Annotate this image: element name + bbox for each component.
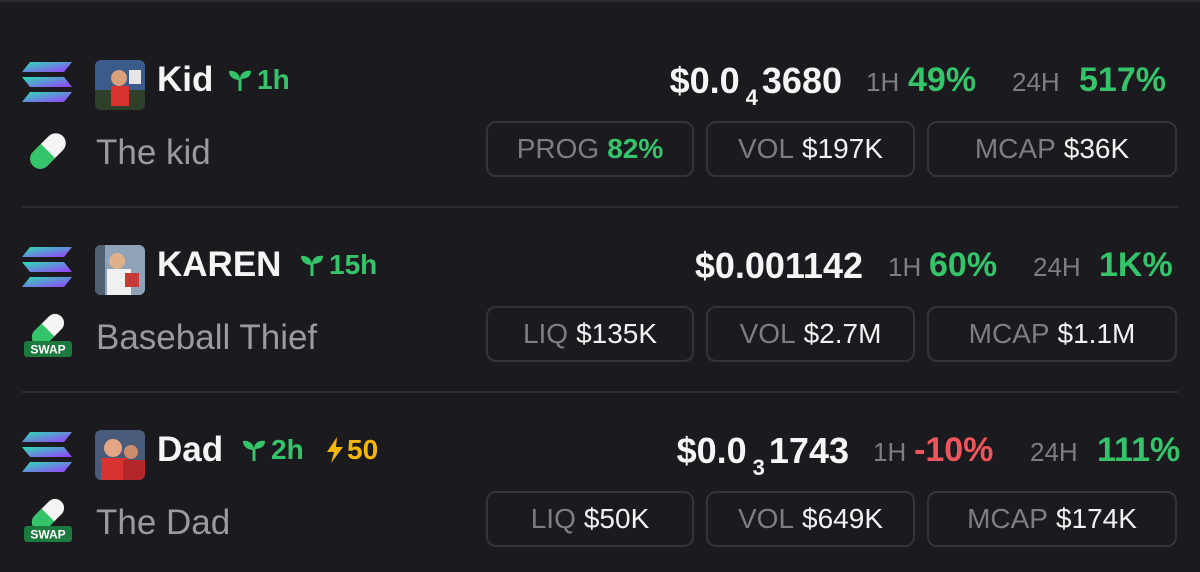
sprout-icon xyxy=(229,70,251,91)
stat-vol: VOL $2.7M xyxy=(706,306,915,362)
pill-icon xyxy=(30,133,66,169)
change-1h-label: 1H xyxy=(888,252,922,282)
solana-icon xyxy=(22,247,72,287)
sprout-icon xyxy=(301,255,323,276)
swap-icon: SWAP xyxy=(24,498,72,542)
change-1h-label: 1H xyxy=(866,67,900,97)
age-value: 1h xyxy=(257,64,290,95)
stat-liq: LIQ $135K xyxy=(486,306,694,362)
change-24h-value: 111% xyxy=(1097,431,1181,469)
swap-icon: SWAP xyxy=(24,313,72,357)
stat-mcap: MCAP $36K xyxy=(927,121,1177,177)
token-age: 2h xyxy=(241,430,304,470)
token-price: $0.001142 xyxy=(694,245,863,286)
change-1h-value: 60% xyxy=(929,246,998,284)
token-age: 1h xyxy=(227,60,290,100)
token-avatar xyxy=(95,60,145,110)
change-24h-label: 24H xyxy=(1033,252,1081,282)
change-24h-label: 24H xyxy=(1012,67,1060,97)
price-zero-count: 4 xyxy=(745,85,758,110)
stat-liq: LIQ $50K xyxy=(486,491,694,547)
change-24h-label: 24H xyxy=(1030,437,1078,467)
token-row-kid[interactable]: Kid 1h $0.0 4 3680 1H 49% 24H 517% The kid… xyxy=(0,0,1200,208)
token-name[interactable]: Dad xyxy=(157,430,223,470)
solana-icon xyxy=(22,432,72,472)
solana-icon xyxy=(22,62,72,102)
boost-value: 50 xyxy=(347,434,379,465)
stat-prog: PROG 82% xyxy=(486,121,694,177)
token-age: 15h xyxy=(299,245,377,285)
stat-vol: VOL $197K xyxy=(706,121,915,177)
token-row-karen[interactable]: KAREN 15h $0.001142 1H 60% 24H 1K% SWAP … xyxy=(0,185,1200,393)
lightning-icon xyxy=(327,437,343,463)
change-24h-value: 517% xyxy=(1079,61,1166,99)
sprout-icon xyxy=(243,440,265,461)
token-price: $0.0 4 3680 xyxy=(669,60,842,110)
token-description: The kid xyxy=(96,133,211,172)
boost-badge: 50 xyxy=(325,430,378,470)
stat-mcap: MCAP $174K xyxy=(927,491,1177,547)
change-1h-label: 1H xyxy=(873,437,907,467)
stat-vol: VOL $649K xyxy=(706,491,915,547)
age-value: 15h xyxy=(329,249,378,280)
token-description: Baseball Thief xyxy=(96,318,318,357)
token-row-dad[interactable]: Dad 2h 50 $0.0 3 1743 1H -10% 24H 111% SWA… xyxy=(0,370,1200,555)
token-price: $0.0 3 1743 xyxy=(676,430,849,480)
token-description: The Dad xyxy=(96,503,231,542)
swap-badge-text: SWAP xyxy=(30,343,65,357)
swap-badge-text: SWAP xyxy=(30,528,65,542)
token-name[interactable]: KAREN xyxy=(157,245,281,285)
change-1h-value: 49% xyxy=(908,61,977,99)
change-1h-value: -10% xyxy=(914,431,994,469)
price-zero-count: 3 xyxy=(752,455,765,480)
token-avatar xyxy=(95,430,145,480)
stat-mcap: MCAP $1.1M xyxy=(927,306,1177,362)
change-24h-value: 1K% xyxy=(1099,246,1173,284)
age-value: 2h xyxy=(271,434,304,465)
token-name[interactable]: Kid xyxy=(157,60,213,100)
token-avatar xyxy=(95,245,145,295)
